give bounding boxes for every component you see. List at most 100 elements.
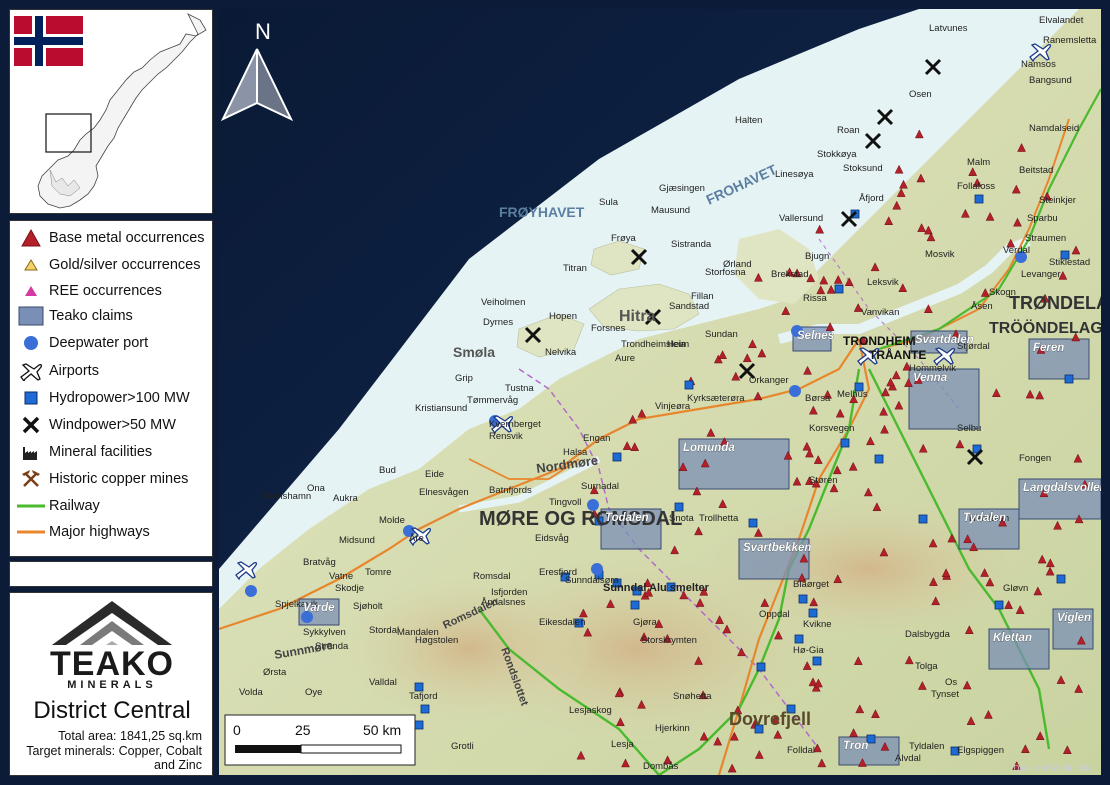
target-minerals: Target minerals: Copper, Cobalt and Zinc (26, 744, 202, 772)
legend-item-claims: Teako claims (16, 305, 133, 327)
place-label: Eikesdalen (539, 617, 585, 628)
place-label: Lesjaskog (569, 705, 612, 716)
deepwater-port[interactable] (245, 585, 257, 597)
hydropower-plant[interactable] (420, 704, 430, 714)
teako-logo-icon (52, 601, 172, 645)
hydropower-plant[interactable] (612, 452, 622, 462)
place-label: Folldal (787, 745, 815, 756)
claim-label-lomunda: Lomunda (683, 442, 735, 454)
place-label: Levanger (1021, 269, 1061, 280)
place-label: Børsa (805, 393, 831, 404)
legend-item-hydro: Hydropower>100 MW (16, 387, 190, 409)
hydropower-plant[interactable] (798, 594, 808, 604)
region-label: TRONDHEIM (843, 334, 916, 348)
north-label: N (255, 19, 271, 44)
region-label: Dovrefjell (729, 709, 811, 729)
deepwater-port[interactable] (789, 385, 801, 397)
claim-label-tron: Tron (843, 740, 868, 752)
place-label: Rissa (803, 293, 827, 304)
place-label: Vinjeøra (655, 401, 691, 412)
place-label: Melhus (837, 389, 868, 400)
legend-item-mineral-facilities: Mineral facilities (16, 441, 152, 463)
claim-label-svartdalen: Svartdalen (915, 334, 974, 346)
place-label: Vatne (329, 571, 353, 582)
hydropower-plant[interactable] (918, 514, 928, 524)
legend-item-base-metal: Base metal occurrences (16, 227, 205, 249)
place-label: Lesja (611, 739, 634, 750)
legend-item-ree: REE occurrences (16, 280, 162, 302)
main-map[interactable]: Latvunes Elvalandet Ranemsletta Namsos Bangs… (219, 9, 1101, 775)
place-label: Namsos (1021, 59, 1056, 70)
hydropower-plant[interactable] (994, 600, 1004, 610)
legend-item-copper-mines: Historic copper mines (16, 468, 188, 490)
gold-triangle-icon (16, 254, 46, 276)
inset-overview-map (9, 9, 213, 214)
green-line-icon (16, 495, 46, 517)
hydropower-plant[interactable] (874, 454, 884, 464)
map-legend: Base metal occurrences Gold/silver occur… (9, 220, 213, 557)
place-label: Osen (909, 89, 932, 100)
brand-subtitle: MINERALS (67, 679, 157, 691)
place-label: Roan (837, 125, 860, 136)
place-label: Tafjord (409, 691, 438, 702)
legend-spacer (9, 561, 213, 587)
place-label: Blåørget (793, 579, 829, 590)
scale-label-50: 50 km (363, 722, 401, 738)
place-label: Dyrnes (483, 317, 513, 328)
place-label: Storskrymten (641, 635, 697, 646)
place-label: Tynset (931, 689, 959, 700)
place-label: Mosvik (925, 249, 955, 260)
region-label: Smøla (453, 344, 495, 360)
place-label: Alvdal (895, 753, 921, 764)
place-label: Åre (409, 533, 424, 544)
brand-box: TEAKO MINERALS District Central Total ar… (9, 592, 213, 776)
hydropower-plant[interactable] (414, 720, 424, 730)
hydropower-plant[interactable] (756, 662, 766, 672)
orange-line-icon (16, 521, 46, 543)
deepwater-port[interactable] (591, 563, 603, 575)
hydropower-plant[interactable] (414, 682, 424, 692)
place-label: Kvernberget (489, 419, 541, 430)
region-label: TRÖÖNDELAGE (989, 318, 1101, 337)
place-label: Molde (379, 515, 405, 526)
claim-label-selnes: Selnes (797, 330, 834, 342)
place-label: Tustna (505, 383, 534, 394)
place-label: Grip (455, 373, 473, 384)
hydropower-plant[interactable] (630, 600, 640, 610)
claim-label-venna: Venna (913, 372, 948, 384)
place-label: Bud (379, 465, 396, 476)
hydropower-plant[interactable] (1064, 374, 1074, 384)
claim-label-feren: Feren (1033, 342, 1064, 354)
hydropower-plant[interactable] (834, 284, 844, 294)
place-label: Stokkøya (817, 149, 857, 160)
hydropower-plant[interactable] (748, 518, 758, 528)
place-label: Brekstad (771, 269, 809, 280)
hydropower-plant[interactable] (1056, 574, 1066, 584)
map-canvas[interactable]: Latvunes Elvalandet Ranemsletta Namsos Bangs… (219, 9, 1101, 775)
place-label: Elvalandet (1039, 15, 1084, 26)
place-label: Gjæsingen (659, 183, 705, 194)
place-label: Batnfjords (489, 485, 532, 496)
factory-icon (16, 441, 46, 463)
place-label: Hjerkinn (655, 723, 690, 734)
place-label: Beitstad (1019, 165, 1053, 176)
hydropower-plant[interactable] (840, 438, 850, 448)
legend-item-airports: Airports (16, 360, 99, 382)
hydropower-plant[interactable] (684, 380, 694, 390)
place-label: Dombås (643, 761, 679, 772)
place-label: Sundan (705, 329, 738, 340)
region-label: Sunndal Alu smelter (603, 582, 710, 594)
place-label: Snøhetta (673, 691, 712, 702)
legend-item-railway: Railway (16, 495, 100, 517)
claim-box-icon (16, 305, 46, 327)
place-label: Heim (667, 339, 689, 350)
place-label: Eidsvåg (535, 533, 569, 544)
hydropower-plant[interactable] (808, 608, 818, 618)
hydropower-plant[interactable] (812, 656, 822, 666)
hydropower-plant[interactable] (794, 634, 804, 644)
blue-circle-icon (16, 332, 46, 354)
hydropower-plant[interactable] (974, 194, 984, 204)
place-label: Tolga (915, 661, 938, 672)
place-label: Kyrksæterøra (687, 393, 745, 404)
place-label: Grotli (451, 741, 474, 752)
